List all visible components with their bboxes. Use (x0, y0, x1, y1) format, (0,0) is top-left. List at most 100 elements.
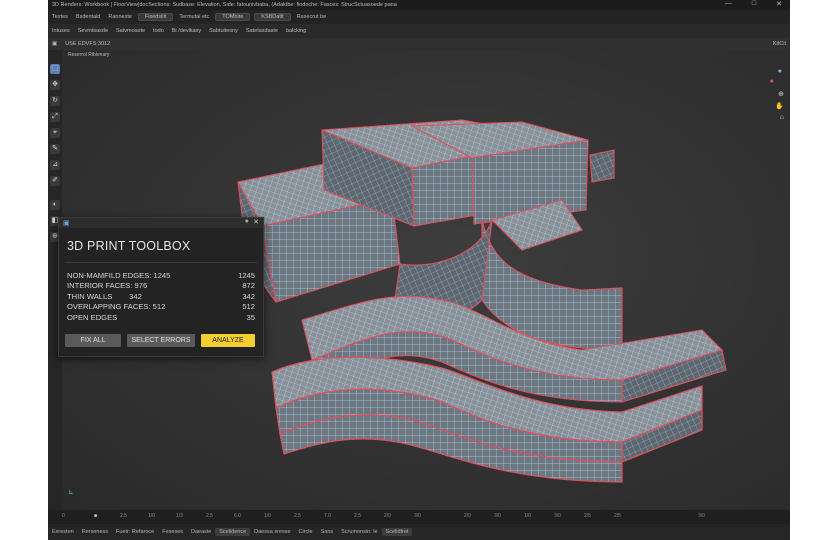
status-chip[interactable]: Scelidence (215, 528, 251, 536)
toolbar-item[interactable]: Satvmoaste (112, 28, 149, 34)
zoom-icon[interactable]: ⊕ (778, 90, 784, 98)
panel-actions: FIX ALL SELECT ERRORS ANALYZE (65, 334, 255, 347)
menu-field[interactable]: Fixedsilit (137, 13, 174, 21)
cursor-icon[interactable]: ⌖ (50, 128, 60, 138)
menu-item[interactable]: Textes (48, 14, 72, 20)
timeline-tick: 2/5 (614, 513, 621, 519)
timeline-tick: 2.5 (294, 513, 301, 519)
toolbar-item[interactable]: balcking (282, 28, 310, 34)
status-item[interactable]: Circle (295, 529, 317, 535)
viewport-label: USE EDVFS:3012 (65, 41, 111, 47)
menu-item[interactable]: Termutal etc (175, 14, 213, 20)
timeline-tick: 1/0 (148, 513, 155, 519)
stat-value: 342 (242, 291, 255, 301)
status-item[interactable]: Fuetr: Refaroce (112, 529, 158, 535)
brush-icon[interactable]: ✎ (50, 144, 60, 154)
toolbar-item[interactable]: todo (149, 28, 168, 34)
toolbar-item[interactable]: Satetasdaste (242, 28, 282, 34)
window-controls: — □ ✕ (721, 0, 786, 10)
timeline-tick: 2/5 (584, 513, 591, 519)
status-chip[interactable]: Scelidtret (381, 528, 413, 536)
minimize-button[interactable]: — (721, 0, 736, 10)
stat-label: THIN WALLS 342 (67, 291, 142, 301)
status-item[interactable]: Scrumonsin: le (337, 529, 381, 535)
status-bar: Exresten Rerseness Fuetr: Refaroce Feses… (48, 524, 790, 540)
panel-title: 3D PRINT TOOLBOX (67, 239, 191, 253)
timeline-tick: 2/0 (384, 513, 391, 519)
stat-label: OVERLAPPING FACES: 512 (67, 302, 166, 312)
timeline-tick: 0 (62, 513, 65, 519)
status-item[interactable]: Daeasie (187, 529, 215, 535)
menu-field[interactable]: KSBDatlt (254, 13, 291, 21)
select-errors-button[interactable]: SELECT ERRORS (127, 334, 195, 347)
gizmo-x-icon[interactable]: ● (770, 78, 774, 85)
close-button[interactable]: ✕ (772, 0, 786, 10)
timeline-tick: 7.0 (324, 513, 331, 519)
status-item[interactable]: Exresten (48, 529, 78, 535)
timeline-tick: 2.5 (120, 513, 127, 519)
timeline[interactable]: 0 ■ 2.5 1/0 1/3 2.5 6.0 1/0 2.5 7.0 2.5 … (48, 510, 790, 524)
status-item[interactable]: Feseses (158, 529, 187, 535)
viewport-mode-icon[interactable]: ▣ (48, 41, 61, 47)
stat-row: INTERIOR FACES: 976 872 (59, 281, 263, 291)
timeline-tick: 3/0 (414, 513, 421, 519)
timeline-tick: 3/0 (698, 513, 705, 519)
toolbar-item[interactable]: Sevmtsasde (74, 28, 112, 34)
pan-icon[interactable]: ✋ (775, 102, 784, 110)
panel-close-icon[interactable]: ✕ (253, 218, 259, 226)
stat-row: OVERLAPPING FACES: 512 512 (59, 302, 263, 312)
rotate-icon[interactable]: ↻ (50, 96, 60, 106)
select-icon[interactable]: ⬚ (50, 64, 60, 74)
viewport-header-right[interactable]: KitCit (769, 41, 790, 47)
shading-icon[interactable]: ◐ (50, 200, 60, 210)
timeline-tick: 3/0 (494, 513, 501, 519)
maximize-button[interactable]: □ (748, 0, 760, 10)
analyze-button[interactable]: ANALYZE (201, 334, 255, 347)
navigation-gizmo[interactable]: ● ● ⊕ ✋ ⌂ (766, 68, 786, 128)
timeline-tick: 6.0 (234, 513, 241, 519)
camera-view-icon[interactable]: ⌂ (780, 114, 784, 121)
viewport-header: ▣ USE EDVFS:3012 KitCit (48, 38, 790, 50)
menu-item[interactable]: Resecrut be (293, 14, 331, 20)
application-window: 3D Renders: Workbook | FloorView|docSect… (48, 0, 790, 540)
stat-label: INTERIOR FACES: 976 (67, 281, 148, 291)
move-icon[interactable]: ✥ (50, 80, 60, 90)
fix-all-button[interactable]: FIX ALL (65, 334, 121, 347)
playhead-icon[interactable]: ■ (94, 513, 97, 519)
tool-bar: Intuses Sevmtsasde Satvmoaste todo Bi /d… (48, 24, 790, 39)
stat-value: 35 (246, 312, 255, 322)
panel-icon: ▣ (63, 220, 70, 227)
gizmo-z-icon[interactable]: ● (778, 68, 782, 75)
title-bar: 3D Renders: Workbook | FloorView|docSect… (48, 0, 790, 10)
stat-row: OPEN EDGES 35 (59, 313, 263, 323)
stat-value: 512 (242, 302, 255, 312)
menu-item[interactable]: Bsdentald (72, 14, 104, 20)
toolbar-item[interactable]: Sabtuitesny (205, 28, 242, 34)
toolbar-item[interactable]: Bi /devikasy (168, 28, 205, 34)
status-item[interactable]: Sans (317, 529, 338, 535)
timeline-tick: 2.5 (206, 513, 213, 519)
stat-label: NON-MAMFILD EDGES: 1245 (67, 271, 171, 280)
panel-header: ▣ ● ✕ (59, 218, 263, 228)
timeline-tick: 1/0 (264, 513, 271, 519)
menu-item[interactable]: Ranneste (104, 14, 136, 20)
timeline-tick: 2.5 (354, 513, 361, 519)
toolbar-item[interactable]: Intuses (48, 28, 74, 34)
status-item[interactable]: Daessa sresse (250, 529, 294, 535)
stat-row: THIN WALLS 342 342 (59, 292, 263, 302)
timeline-tick: 3/0 (554, 513, 561, 519)
menu-field[interactable]: TOMbite (215, 13, 251, 21)
timeline-tick: 1/3 (176, 513, 183, 519)
scale-icon[interactable]: ⤢ (50, 112, 60, 122)
annotate-icon[interactable]: ✐ (50, 176, 60, 186)
panel-pin-icon[interactable]: ● (245, 218, 249, 225)
menu-bar: Textes Bsdentald Ranneste Fixedsilit Ter… (48, 10, 790, 24)
measure-icon[interactable]: ⊿ (50, 160, 60, 170)
panel-divider (65, 262, 257, 263)
window-title: 3D Renders: Workbook | FloorView|docSect… (52, 2, 397, 8)
stat-value: 872 (242, 281, 255, 291)
stat-row: NON-MAMFILD EDGES: 1245 1245 (59, 271, 263, 281)
status-item[interactable]: Rerseness (78, 529, 112, 535)
stat-label: OPEN EDGES (67, 312, 118, 322)
print-toolbox-panel: ▣ ● ✕ 3D PRINT TOOLBOX NON-MAMFILD EDGES… (58, 217, 264, 357)
